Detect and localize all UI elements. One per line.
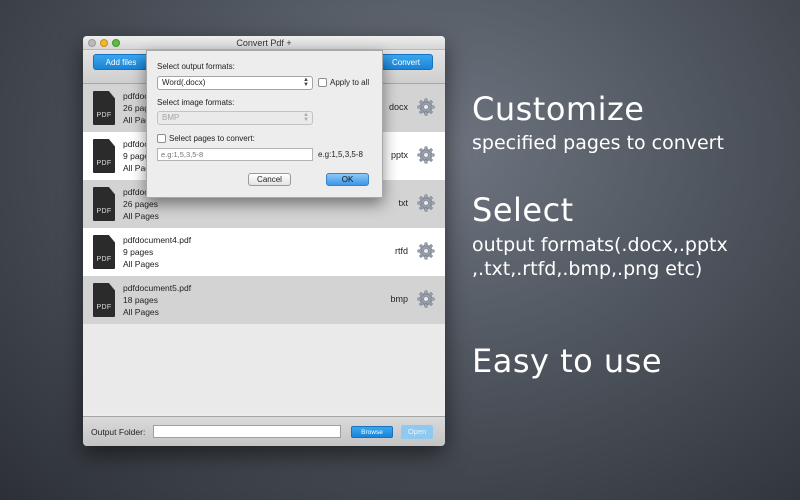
file-output-format: rtfd [394,246,408,256]
gear-icon[interactable] [417,194,435,212]
file-page-range: All Pages [123,211,159,221]
apply-to-all-label: Apply to all [330,78,370,87]
image-format-select: BMP ▲ ▼ [157,111,313,125]
output-format-select[interactable]: Word(.docx) ▲ ▼ [157,76,313,90]
image-format-value: BMP [162,113,180,122]
heading-select: Select [472,191,574,229]
gear-icon[interactable] [417,242,435,260]
output-format-value: Word(.docx) [162,78,206,87]
ok-button[interactable]: OK [326,173,369,186]
pages-input[interactable] [157,148,313,161]
close-window-button[interactable] [88,39,96,47]
gear-icon[interactable] [417,146,435,164]
file-row[interactable]: PDF pdfdocument5.pdf 18 pages All Pages … [83,276,445,324]
convert-options-dialog: Select output formats: Word(.docx) ▲ ▼ Ap… [146,50,383,198]
browse-button[interactable]: Browse [351,426,393,438]
subtext-select-line1: output formats(.docx,.pptx [472,234,728,256]
select-pages-checkbox[interactable] [157,134,166,143]
output-formats-label: Select output formats: [157,62,235,71]
select-pages-label: Select pages to convert: [169,134,255,143]
pdf-file-icon: PDF [93,283,115,317]
file-name: pdfdocument5.pdf [123,283,192,293]
bottom-bar: Output Folder: Browse Open [83,416,445,446]
open-button[interactable]: Open [401,425,433,439]
pages-example-hint: e.g:1,5,3,5-8 [318,150,363,159]
gear-icon[interactable] [417,98,435,116]
output-folder-input[interactable] [153,425,341,438]
pdf-file-icon: PDF [93,91,115,125]
output-folder-label: Output Folder: [91,427,146,437]
heading-easy-to-use: Easy to use [472,342,663,380]
file-output-format: txt [398,198,408,208]
file-page-count: 18 pages [123,295,158,305]
apply-to-all-checkbox[interactable] [318,78,327,87]
image-formats-label: Select image formats: [157,98,235,107]
file-output-format: bmp [390,294,408,304]
file-page-range: All Pages [123,259,159,269]
file-output-format: pptx [390,150,408,160]
pdf-file-icon: PDF [93,139,115,173]
heading-customize: Customize [472,90,645,128]
gear-icon[interactable] [417,290,435,308]
file-page-count: 26 pages [123,199,158,209]
add-files-button[interactable]: Add files [93,54,149,70]
title-bar[interactable]: Convert Pdf + [83,36,445,50]
file-page-range: All Pages [123,307,159,317]
stepper-arrows-icon: ▲ ▼ [303,77,309,88]
convert-button[interactable]: Convert [379,54,433,70]
file-row[interactable]: PDF pdfdocument4.pdf 9 pages All Pages r… [83,228,445,276]
zoom-window-button[interactable] [112,39,120,47]
pdf-file-icon: PDF [93,235,115,269]
subtext-customize: specified pages to convert [472,132,724,154]
minimize-window-button[interactable] [100,39,108,47]
subtext-select-line2: ,.txt,.rtfd,.bmp,.png etc) [472,258,703,280]
file-name: pdfdocument4.pdf [123,235,192,245]
stepper-arrows-icon: ▲ ▼ [303,112,309,123]
cancel-button[interactable]: Cancel [248,173,291,186]
file-page-count: 9 pages [123,247,154,257]
pdf-file-icon: PDF [93,187,115,221]
file-output-format: docx [388,102,408,112]
window-title: Convert Pdf + [236,38,292,48]
window-controls [88,39,120,47]
